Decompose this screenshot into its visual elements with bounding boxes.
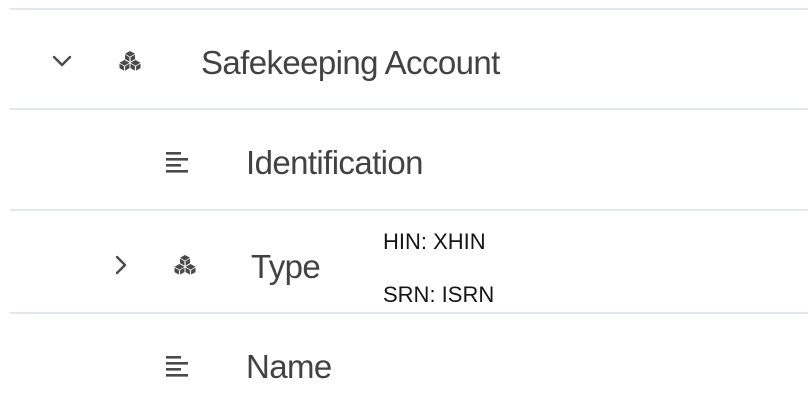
tree-row-type[interactable]: Type HIN: XHIN SRN: ISRN (0, 211, 808, 311)
tree-row-label: Name (246, 348, 332, 385)
chevron-down-icon[interactable] (51, 50, 73, 72)
type-detail-hin: HIN: XHIN (383, 229, 486, 254)
cube-group-icon (119, 51, 141, 71)
text-lines-icon (166, 356, 188, 377)
chevron-right-icon[interactable] (110, 254, 132, 276)
tree-row-label: Identification (246, 144, 423, 181)
tree-row-name[interactable]: Name (0, 314, 808, 413)
type-detail-srn: SRN: ISRN (383, 282, 495, 307)
cube-group-icon (174, 255, 196, 275)
tree-row-label: Safekeeping Account (201, 44, 500, 81)
text-lines-icon (166, 152, 188, 173)
tree-row-identification[interactable]: Identification (0, 110, 808, 210)
tree-row-safekeeping-account[interactable]: Safekeeping Account (0, 10, 808, 110)
tree-row-label: Type (251, 248, 321, 285)
tree-view: Safekeeping Account Identification Type … (0, 0, 808, 413)
